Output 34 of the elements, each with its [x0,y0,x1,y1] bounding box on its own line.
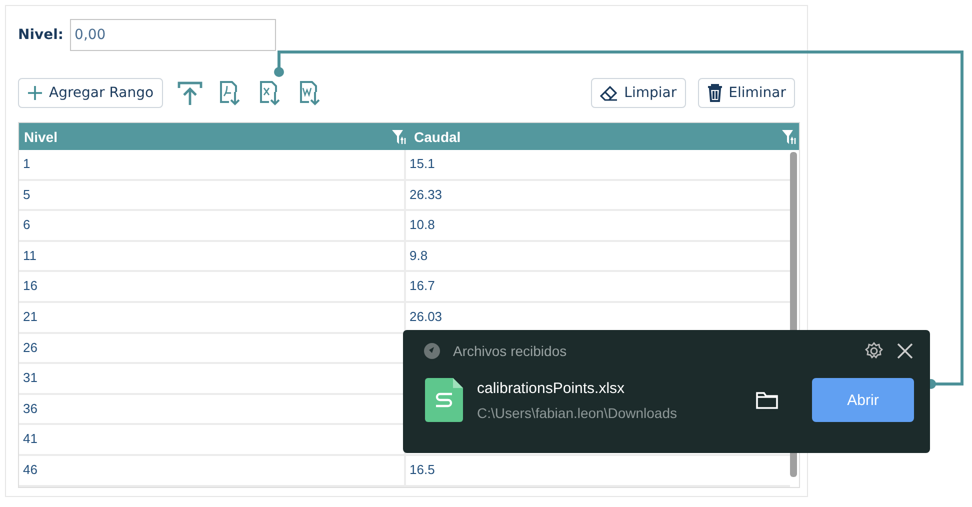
table-cell: 6 [19,211,406,240]
table-cell: 46 [19,456,406,485]
file-name: calibrationsPoints.xlsx [477,380,626,396]
column-header[interactable]: Caudal [409,123,799,150]
table-cell: 11 [19,242,406,270]
app-icon [423,342,441,360]
table-cell-text: 16.5 [408,460,436,479]
level-input[interactable]: 0,00 [70,19,276,51]
eraser-icon [600,85,618,101]
settings-icon[interactable] [864,341,884,361]
trash-icon [706,84,723,102]
table-cell-text: 26.03 [408,308,444,326]
spreadsheet-file-icon [425,378,463,422]
table-cell-text: 26.33 [408,186,444,204]
clear-button[interactable]: Limpiar [591,78,686,108]
plus-icon [27,85,43,101]
column-header[interactable]: Nivel [19,123,409,150]
filter-icon[interactable] [391,128,407,144]
file-path: C:\Users\fabian.leon\Downloads [477,404,677,420]
notification-title: Archivos recibidos [453,343,567,359]
close-icon[interactable] [896,342,914,360]
add-range-button[interactable]: Agregar Rango [18,78,163,108]
filter-icon[interactable] [781,128,797,144]
table-cell-text: 15.1 [408,155,436,173]
table-cell-text: 9.8 [408,246,429,265]
level-label: Nivel: [18,27,64,43]
folder-icon[interactable] [756,391,778,409]
table-cell: 5 [19,180,406,210]
delete-button[interactable]: Eliminar [698,78,795,108]
table-cell-text: 16.7 [408,277,436,296]
upload-icon[interactable] [176,80,203,106]
table-cell: 16 [19,272,406,301]
table-cell-text: 10.8 [408,216,436,234]
table-cell: 1 [19,150,406,179]
